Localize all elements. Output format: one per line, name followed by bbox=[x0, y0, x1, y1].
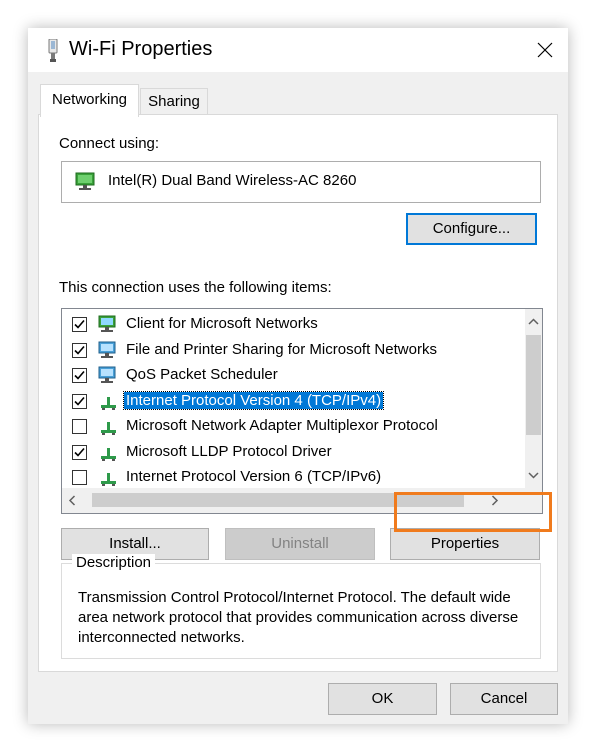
dialog-title: Wi-Fi Properties bbox=[69, 38, 213, 60]
network-client-icon bbox=[98, 315, 120, 340]
tab-sharing[interactable]: Sharing bbox=[140, 88, 208, 115]
chevron-left-icon bbox=[68, 495, 76, 506]
item-label: Internet Protocol Version 6 (TCP/IPv6) bbox=[126, 468, 382, 485]
configure-button[interactable]: Configure... bbox=[406, 213, 537, 245]
description-title: Description bbox=[72, 554, 156, 571]
wifi-adapter-icon bbox=[46, 38, 60, 63]
chevron-down-icon bbox=[528, 472, 539, 479]
properties-button[interactable]: Properties bbox=[390, 528, 540, 560]
scroll-left-arrow[interactable] bbox=[64, 492, 81, 509]
network-adapter-icon bbox=[74, 172, 98, 197]
vertical-scroll-thumb[interactable] bbox=[526, 335, 541, 435]
item-label: Client for Microsoft Networks bbox=[126, 315, 318, 332]
item-checkbox[interactable] bbox=[72, 368, 87, 383]
chevron-up-icon bbox=[528, 318, 539, 325]
adapter-name: Intel(R) Dual Band Wireless-AC 8260 bbox=[108, 172, 357, 189]
description-text: Transmission Control Protocol/Internet P… bbox=[78, 589, 519, 646]
item-checkbox[interactable] bbox=[72, 317, 87, 332]
item-label: File and Printer Sharing for Microsoft N… bbox=[126, 340, 437, 358]
tab-networking[interactable]: Networking bbox=[40, 84, 139, 117]
items-label: This connection uses the following items… bbox=[59, 279, 332, 296]
protocol-icon bbox=[98, 417, 120, 442]
horizontal-scroll-thumb[interactable] bbox=[92, 493, 464, 507]
ok-button[interactable]: OK bbox=[328, 683, 437, 715]
item-checkbox[interactable] bbox=[72, 444, 87, 460]
chevron-right-icon bbox=[491, 495, 499, 506]
connect-using-label: Connect using: bbox=[59, 135, 160, 152]
scroll-up-arrow[interactable] bbox=[525, 313, 542, 330]
close-icon bbox=[537, 42, 553, 58]
scrollbar-corner bbox=[525, 488, 542, 513]
item-label: Internet Protocol Version 4 (TCP/IPv4) bbox=[122, 390, 385, 410]
protocol-icon bbox=[98, 392, 120, 417]
wifi-properties-dialog: Wi-Fi Properties Networking Sharing Conn… bbox=[28, 28, 568, 724]
title-bar: Wi-Fi Properties bbox=[28, 28, 568, 72]
list-item[interactable]: Microsoft LLDP Protocol Driver bbox=[62, 441, 522, 466]
list-item[interactable]: File and Printer Sharing for Microsoft N… bbox=[62, 339, 522, 364]
list-item[interactable]: Client for Microsoft Networks bbox=[62, 313, 522, 338]
scroll-right-arrow[interactable] bbox=[486, 492, 503, 509]
vertical-scrollbar[interactable] bbox=[525, 309, 542, 488]
uninstall-button[interactable]: Uninstall bbox=[225, 528, 375, 560]
scroll-down-arrow[interactable] bbox=[525, 467, 542, 484]
item-checkbox[interactable] bbox=[72, 470, 87, 485]
network-service-icon bbox=[98, 366, 120, 391]
item-checkbox[interactable] bbox=[72, 419, 87, 434]
item-label: QoS Packet Scheduler bbox=[126, 366, 278, 383]
list-item[interactable]: Internet Protocol Version 4 (TCP/IPv4) bbox=[62, 390, 522, 415]
list-item[interactable]: QoS Packet Scheduler bbox=[62, 364, 522, 389]
protocol-icon bbox=[98, 443, 120, 468]
description-group: Description Transmission Control Protoco… bbox=[61, 554, 541, 659]
components-list[interactable]: Client for Microsoft Networks File and Pr… bbox=[61, 308, 543, 514]
network-service-icon bbox=[98, 341, 120, 366]
horizontal-scrollbar[interactable] bbox=[62, 488, 525, 513]
adapter-field: Intel(R) Dual Band Wireless-AC 8260 bbox=[61, 161, 541, 203]
close-button[interactable] bbox=[522, 28, 568, 72]
item-checkbox[interactable] bbox=[72, 393, 87, 409]
item-label: Microsoft Network Adapter Multiplexor Pr… bbox=[126, 417, 438, 434]
list-item[interactable]: Microsoft Network Adapter Multiplexor Pr… bbox=[62, 415, 522, 440]
item-checkbox[interactable] bbox=[72, 342, 87, 358]
networking-panel: Connect using: Intel(R) Dual Band Wirele… bbox=[38, 114, 558, 672]
item-label: Microsoft LLDP Protocol Driver bbox=[126, 442, 332, 460]
cancel-button[interactable]: Cancel bbox=[450, 683, 558, 715]
